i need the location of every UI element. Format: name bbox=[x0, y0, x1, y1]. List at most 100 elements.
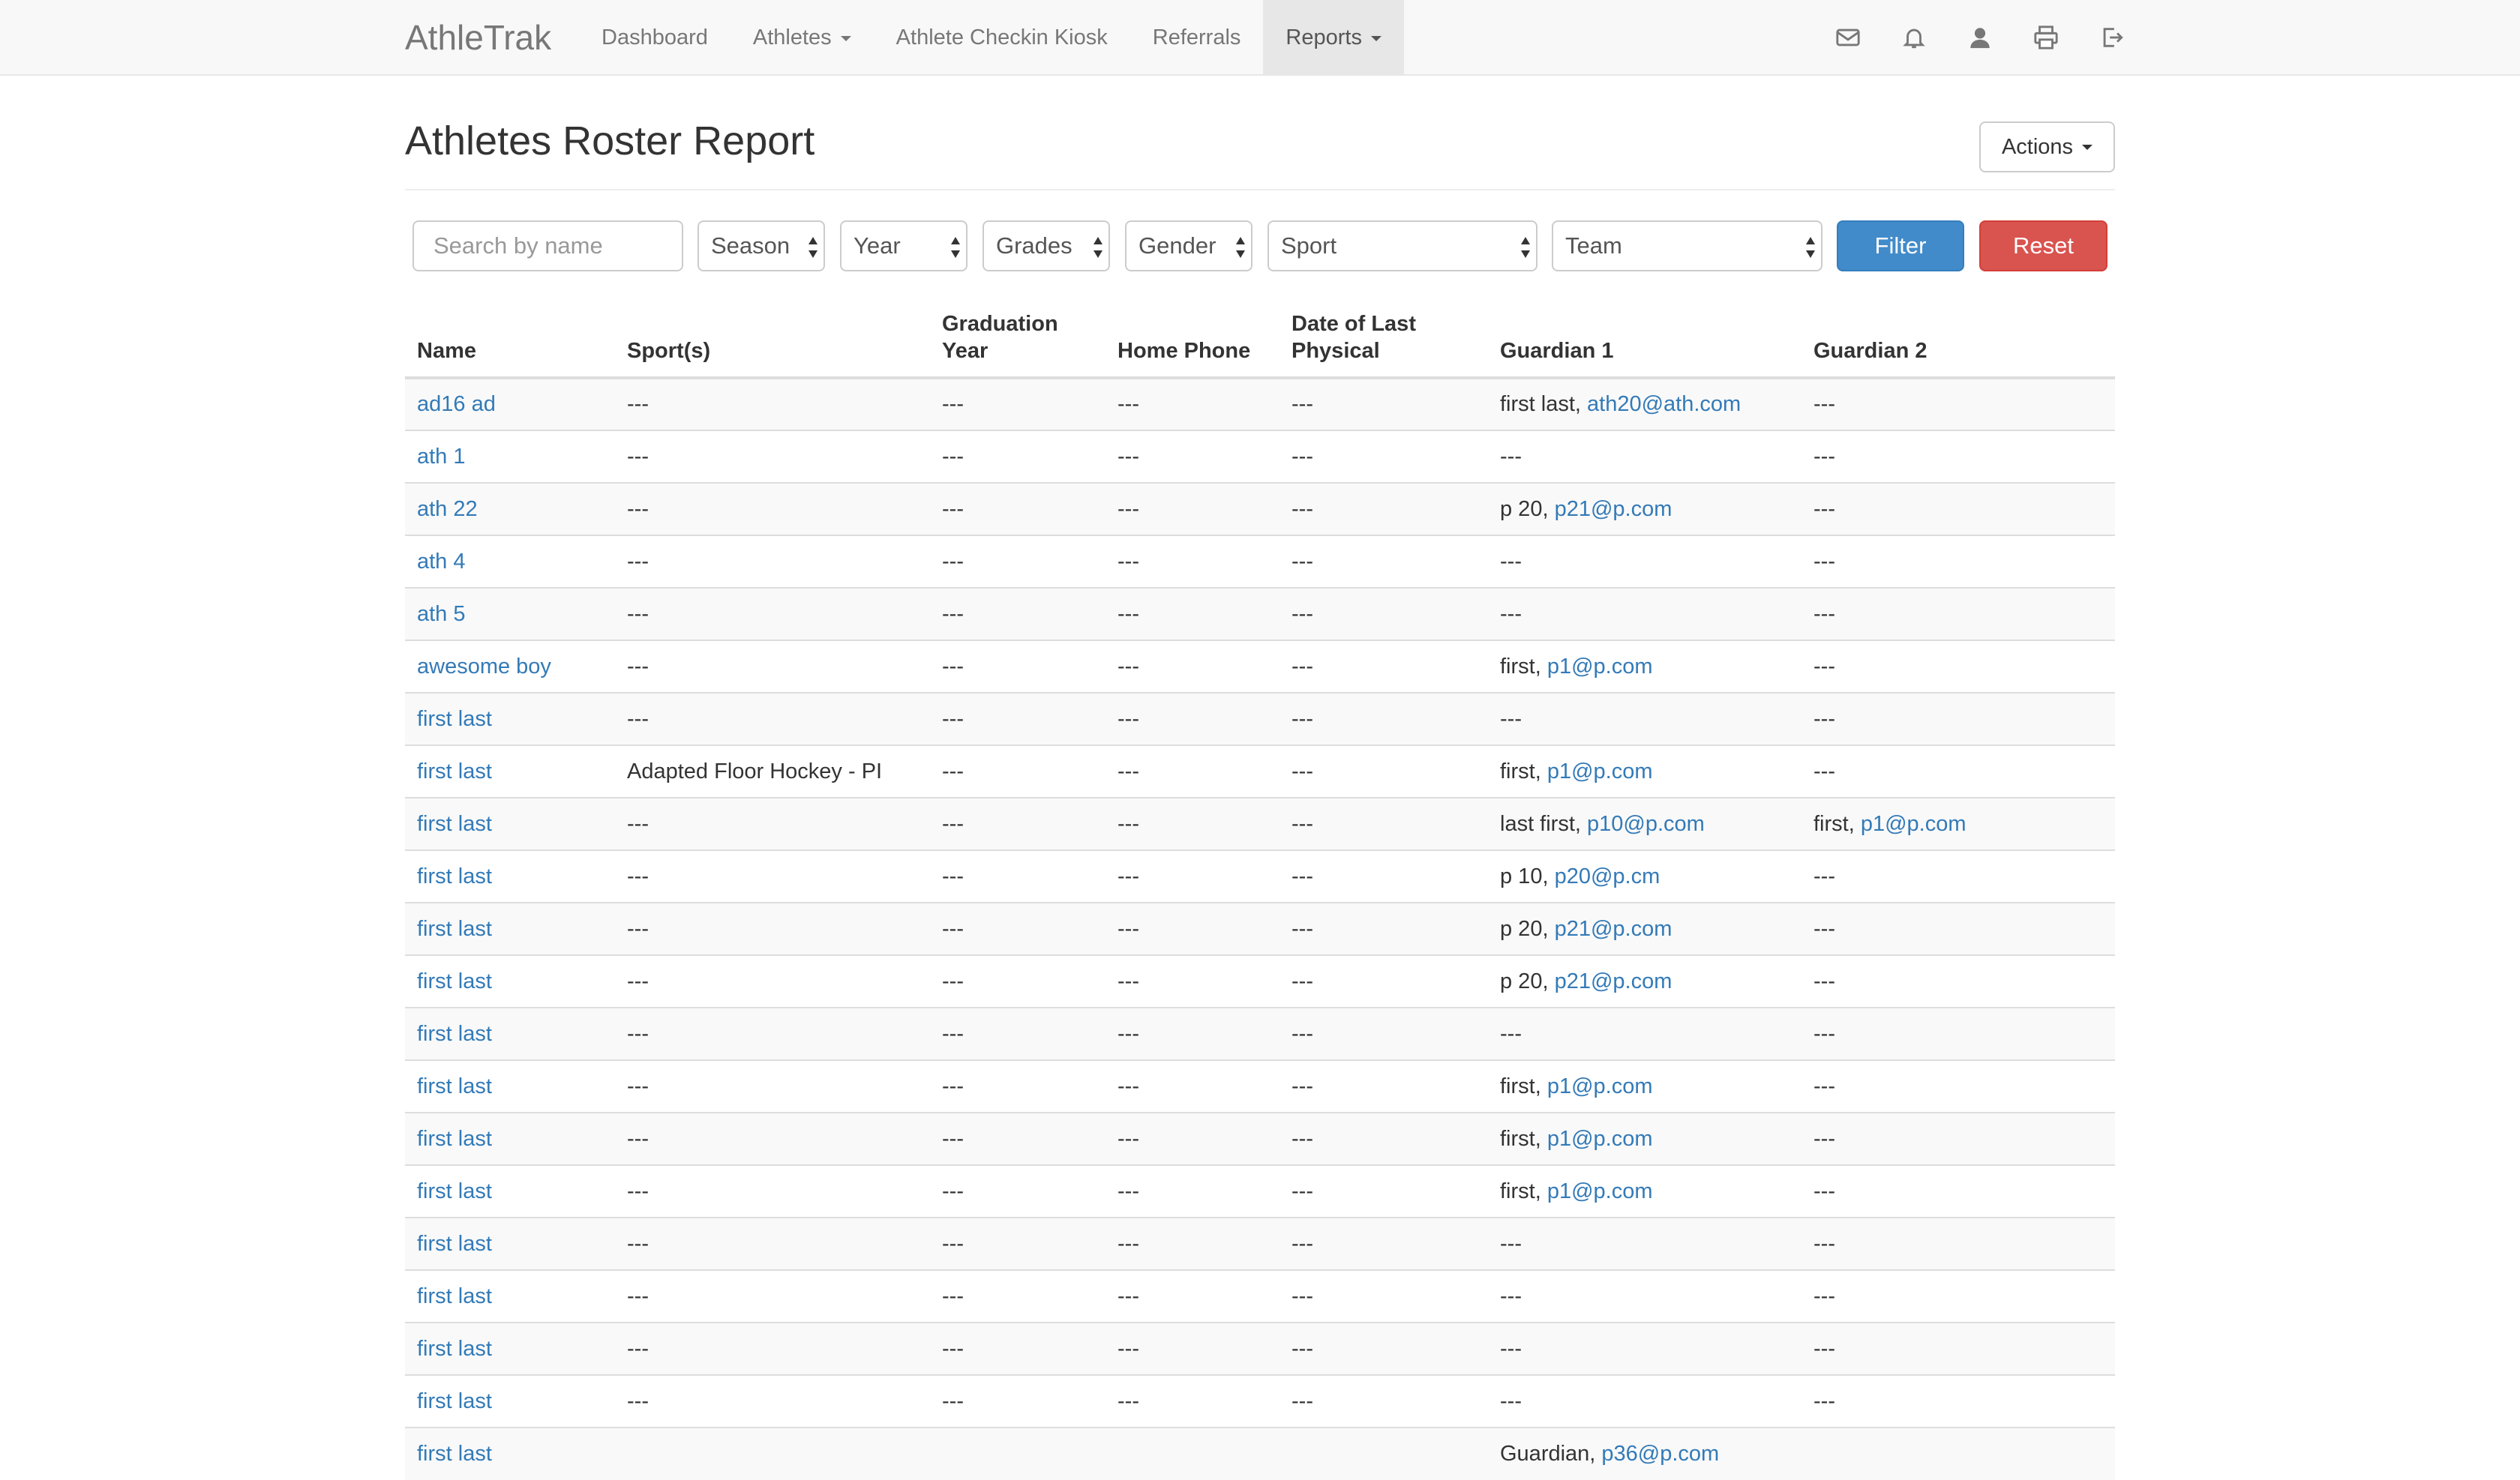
sign-out-icon[interactable] bbox=[2079, 0, 2145, 75]
home-phone-cell: --- bbox=[1106, 797, 1280, 850]
home-phone-cell: --- bbox=[1106, 1217, 1280, 1270]
graduation-year-cell: --- bbox=[930, 902, 1106, 955]
graduation-year-cell: --- bbox=[930, 954, 1106, 1008]
guardian-1-email-link[interactable]: p1@p.com bbox=[1547, 1074, 1653, 1098]
table-row: ath 4 --- --- --- --- --- --- bbox=[405, 535, 2115, 588]
sports-cell: --- bbox=[615, 1007, 930, 1060]
actions-button[interactable]: Actions bbox=[1979, 121, 2115, 172]
guardian-1-email-link[interactable]: p20@p.cm bbox=[1555, 864, 1660, 888]
year-select[interactable]: Year bbox=[840, 220, 968, 271]
gender-select[interactable]: Gender bbox=[1125, 220, 1252, 271]
user-icon[interactable] bbox=[1947, 0, 2013, 75]
athlete-name-cell: first last bbox=[405, 1059, 615, 1113]
guardian-2-cell: --- bbox=[1802, 482, 2115, 535]
nav-athletes-label: Athletes bbox=[752, 25, 832, 49]
guardian-1-cell: --- bbox=[1488, 1269, 1802, 1323]
athlete-name-link[interactable]: ath 22 bbox=[417, 497, 478, 521]
athlete-name-link[interactable]: ath 5 bbox=[417, 602, 466, 626]
athlete-name-link[interactable]: first last bbox=[417, 1337, 492, 1361]
column-header-graduation-year[interactable]: Graduation Year bbox=[930, 300, 1106, 379]
sports-cell: --- bbox=[615, 535, 930, 588]
reset-button[interactable]: Reset bbox=[1979, 220, 2108, 271]
guardian-2-cell: --- bbox=[1802, 692, 2115, 745]
athlete-name-link[interactable]: first last bbox=[417, 1442, 492, 1466]
athlete-name-link[interactable]: first last bbox=[417, 812, 492, 836]
guardian-2-cell: --- bbox=[1802, 430, 2115, 483]
athlete-name-link[interactable]: first last bbox=[417, 1232, 492, 1256]
nav-athletes[interactable]: Athletes bbox=[730, 0, 874, 75]
athlete-name-link[interactable]: first last bbox=[417, 1389, 492, 1413]
guardian-2-name: --- bbox=[1814, 916, 1835, 941]
home-phone-cell: --- bbox=[1106, 377, 1280, 430]
guardian-2-cell: --- bbox=[1802, 744, 2115, 798]
nav-reports[interactable]: Reports bbox=[1263, 0, 1404, 75]
guardian-1-email-link[interactable]: p21@p.com bbox=[1555, 497, 1672, 521]
athlete-name-link[interactable]: ad16 ad bbox=[417, 392, 496, 416]
athlete-name-link[interactable]: first last bbox=[417, 864, 492, 888]
column-header-guardian-1[interactable]: Guardian 1 bbox=[1488, 300, 1802, 379]
select-arrows-icon bbox=[1806, 237, 1815, 258]
season-select[interactable]: Season bbox=[698, 220, 825, 271]
graduation-year-cell: --- bbox=[930, 1322, 1106, 1375]
column-header-name[interactable]: Name bbox=[405, 300, 615, 379]
sport-select[interactable]: Sport bbox=[1268, 220, 1538, 271]
guardian-1-email-link[interactable]: p1@p.com bbox=[1547, 1127, 1653, 1151]
team-select[interactable]: Team bbox=[1552, 220, 1822, 271]
athlete-name-link[interactable]: first last bbox=[417, 759, 492, 783]
select-arrows-icon bbox=[1236, 237, 1245, 258]
guardian-1-cell: last first, p10@p.com bbox=[1488, 797, 1802, 850]
athlete-name-link[interactable]: first last bbox=[417, 1022, 492, 1046]
guardian-2-name: --- bbox=[1814, 706, 1835, 731]
column-header-guardian-2[interactable]: Guardian 2 bbox=[1802, 300, 2115, 379]
select-arrows-icon bbox=[808, 237, 818, 258]
envelope-icon[interactable] bbox=[1815, 0, 1881, 75]
filter-button[interactable]: Filter bbox=[1837, 220, 1964, 271]
athlete-name-link[interactable]: first last bbox=[417, 1127, 492, 1151]
graduation-year-cell: --- bbox=[930, 1164, 1106, 1218]
athlete-name-link[interactable]: first last bbox=[417, 969, 492, 993]
athlete-name-link[interactable]: first last bbox=[417, 1179, 492, 1203]
athlete-name-link[interactable]: ath 4 bbox=[417, 550, 466, 574]
bell-icon[interactable] bbox=[1881, 0, 1947, 75]
sports-cell: --- bbox=[615, 482, 930, 535]
athlete-name-link[interactable]: first last bbox=[417, 1284, 492, 1308]
graduation-year-cell: --- bbox=[930, 692, 1106, 745]
column-header-last-physical[interactable]: Date of Last Physical bbox=[1280, 300, 1488, 379]
athlete-name-link[interactable]: first last bbox=[417, 917, 492, 941]
guardian-1-email-link[interactable]: p21@p.com bbox=[1555, 969, 1672, 993]
brand-logo[interactable]: AthleTrak bbox=[405, 18, 551, 57]
graduation-year-cell: --- bbox=[930, 1112, 1106, 1165]
athlete-name-link[interactable]: awesome boy bbox=[417, 655, 551, 679]
table-row: awesome boy --- --- --- --- first, p1@p.com --… bbox=[405, 640, 2115, 693]
athlete-name-link[interactable]: first last bbox=[417, 1074, 492, 1098]
nav-referrals[interactable]: Referrals bbox=[1130, 0, 1264, 75]
nav-athlete-checkin-kiosk[interactable]: Athlete Checkin Kiosk bbox=[874, 0, 1130, 75]
graduation-year-cell bbox=[930, 1427, 1106, 1480]
guardian-1-email-link[interactable]: p21@p.com bbox=[1555, 917, 1672, 941]
column-header-sports[interactable]: Sport(s) bbox=[615, 300, 930, 379]
guardian-1-name: --- bbox=[1500, 1231, 1522, 1256]
guardian-1-email-link[interactable]: p1@p.com bbox=[1547, 1179, 1653, 1203]
guardian-1-email-link[interactable]: p36@p.com bbox=[1601, 1442, 1719, 1466]
last-physical-cell: --- bbox=[1280, 640, 1488, 693]
guardian-1-name: --- bbox=[1500, 706, 1522, 731]
nav-dashboard[interactable]: Dashboard bbox=[579, 0, 730, 75]
guardian-1-name: --- bbox=[1500, 1389, 1522, 1413]
guardian-1-cell: p 20, p21@p.com bbox=[1488, 954, 1802, 1008]
guardian-1-email-link[interactable]: p10@p.com bbox=[1587, 812, 1705, 836]
print-icon[interactable] bbox=[2013, 0, 2079, 75]
grades-select[interactable]: Grades bbox=[982, 220, 1110, 271]
guardian-2-name: --- bbox=[1814, 1389, 1835, 1413]
athlete-name-link[interactable]: first last bbox=[417, 707, 492, 731]
search-input[interactable] bbox=[412, 220, 683, 271]
column-header-graduation-line2: Year bbox=[942, 339, 988, 363]
guardian-1-email-link[interactable]: ath20@ath.com bbox=[1587, 392, 1741, 416]
guardian-1-email-link[interactable]: p1@p.com bbox=[1547, 759, 1653, 783]
athlete-name-link[interactable]: ath 1 bbox=[417, 445, 466, 469]
guardian-2-email-link[interactable]: p1@p.com bbox=[1861, 812, 1966, 836]
guardian-2-name: --- bbox=[1814, 444, 1835, 469]
guardian-1-email-link[interactable]: p1@p.com bbox=[1547, 655, 1653, 679]
column-header-home-phone[interactable]: Home Phone bbox=[1106, 300, 1280, 379]
guardian-1-name: first, bbox=[1500, 1074, 1547, 1098]
table-body: ad16 ad --- --- --- --- first last, ath20@ath… bbox=[405, 377, 2115, 1480]
